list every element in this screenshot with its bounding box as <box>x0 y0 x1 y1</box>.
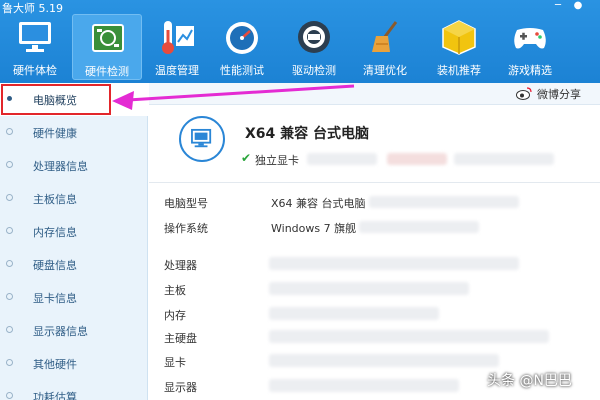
redacted-block <box>269 307 439 320</box>
sidebar-item-health[interactable]: 硬件健康 <box>0 116 148 149</box>
bullet-icon <box>6 359 13 366</box>
bullet-icon <box>6 260 13 267</box>
sidebar-item-display[interactable]: 显示器信息 <box>0 314 148 347</box>
sidebar-item-memory[interactable]: 内存信息 <box>0 215 148 248</box>
redacted-block <box>269 354 499 367</box>
redacted-block <box>269 379 459 392</box>
tab-hardware-checkup[interactable]: 硬件体检 <box>0 14 70 80</box>
highlight-box <box>1 84 111 115</box>
gear-icon <box>298 21 330 53</box>
tab-label: 温度管理 <box>155 64 199 77</box>
weibo-icon[interactable] <box>516 86 532 100</box>
thermometer-icon <box>162 21 194 54</box>
bullet-icon <box>6 161 13 168</box>
redacted-block <box>454 153 554 165</box>
watermark-text: 头条 @N巴巴 <box>487 373 572 389</box>
gamepad-icon <box>514 28 546 49</box>
detail-label: 内存 <box>164 309 186 322</box>
detail-label: 显卡 <box>164 356 186 369</box>
tab-label: 游戏精选 <box>508 64 552 77</box>
redacted-block <box>359 221 479 233</box>
bullet-icon <box>6 326 13 333</box>
tab-hardware-detect[interactable]: 硬件检测 <box>72 14 142 80</box>
sidebar-item-label: 处理器信息 <box>33 160 88 173</box>
redacted-block <box>269 257 519 270</box>
circuit-board-icon <box>92 24 124 52</box>
tab-label: 性能测试 <box>220 64 264 77</box>
detail-label: 处理器 <box>164 259 197 272</box>
sidebar-item-other[interactable]: 其他硬件 <box>0 347 148 380</box>
speedometer-icon <box>226 22 258 54</box>
bullet-icon <box>6 227 13 234</box>
sidebar-item-label: 内存信息 <box>33 226 77 239</box>
redacted-block <box>369 196 519 208</box>
tab-cleanup[interactable]: 清理优化 <box>350 14 420 80</box>
sidebar-item-power[interactable]: 功耗估算 <box>0 380 148 400</box>
bullet-icon <box>6 128 13 135</box>
sidebar-item-disk[interactable]: 硬盘信息 <box>0 248 148 281</box>
weibo-share-link[interactable]: 微博分享 <box>537 86 581 102</box>
detail-label: 主硬盘 <box>164 332 197 345</box>
detail-label: 显示器 <box>164 381 197 394</box>
sidebar-item-motherboard[interactable]: 主板信息 <box>0 182 148 215</box>
sidebar-item-label: 显示器信息 <box>33 325 88 338</box>
sidebar-item-cpu[interactable]: 处理器信息 <box>0 149 148 182</box>
broom-icon <box>372 21 398 52</box>
box-icon <box>442 20 476 55</box>
tab-temperature[interactable]: 温度管理 <box>142 14 212 80</box>
sidebar-item-label: 硬件健康 <box>33 127 77 140</box>
tab-label: 驱动检测 <box>292 64 336 77</box>
detail-label: 电脑型号 <box>164 197 208 210</box>
redacted-block <box>387 153 447 165</box>
tab-build-recommend[interactable]: 装机推荐 <box>424 14 494 80</box>
sidebar-item-label: 主板信息 <box>33 193 77 206</box>
divider <box>149 182 600 183</box>
gpu-type-tag: 独立显卡 <box>255 154 299 167</box>
tab-label: 装机推荐 <box>437 64 481 77</box>
computer-title: X64 兼容 台式电脑 <box>245 126 370 142</box>
computer-icon <box>179 116 225 162</box>
redacted-block <box>269 282 469 295</box>
tab-label: 清理优化 <box>363 64 407 77</box>
minimize-button[interactable]: ─ <box>548 0 568 12</box>
detail-value: Windows 7 旗舰 <box>271 222 357 235</box>
detail-label: 主板 <box>164 284 186 297</box>
monitor-icon <box>19 22 51 52</box>
check-icon: ✔ <box>241 151 252 165</box>
tab-games[interactable]: 游戏精选 <box>495 14 565 80</box>
close-button[interactable]: ● <box>568 0 588 12</box>
sidebar: 电脑概览 硬件健康 处理器信息 主板信息 内存信息 硬盘信息 显卡信息 显示器信… <box>0 83 148 400</box>
tab-label: 硬件检测 <box>85 65 129 78</box>
sidebar-item-label: 显卡信息 <box>33 292 77 305</box>
app-header: 鲁大师 5.19 ─ ● 硬件体检 硬件检测 温度管理 性能测试 驱动检测 清理… <box>0 0 600 83</box>
bullet-icon <box>6 392 13 399</box>
redacted-block <box>269 330 549 343</box>
sidebar-item-label: 硬盘信息 <box>33 259 77 272</box>
share-bar: 微博分享 <box>149 83 600 105</box>
bullet-icon <box>6 293 13 300</box>
detail-value: X64 兼容 台式电脑 <box>271 197 366 210</box>
tab-driver-detect[interactable]: 驱动检测 <box>279 14 349 80</box>
redacted-block <box>307 153 377 165</box>
sidebar-item-gpu[interactable]: 显卡信息 <box>0 281 148 314</box>
bullet-icon <box>6 194 13 201</box>
tab-label: 硬件体检 <box>13 64 57 77</box>
tab-performance[interactable]: 性能测试 <box>207 14 277 80</box>
main-panel: 微博分享 X64 兼容 台式电脑 ✔ 独立显卡 电脑型号 X64 兼容 台式电脑… <box>149 83 600 400</box>
sidebar-item-label: 其他硬件 <box>33 358 77 371</box>
detail-label: 操作系统 <box>164 222 208 235</box>
sidebar-item-label: 功耗估算 <box>33 391 77 400</box>
